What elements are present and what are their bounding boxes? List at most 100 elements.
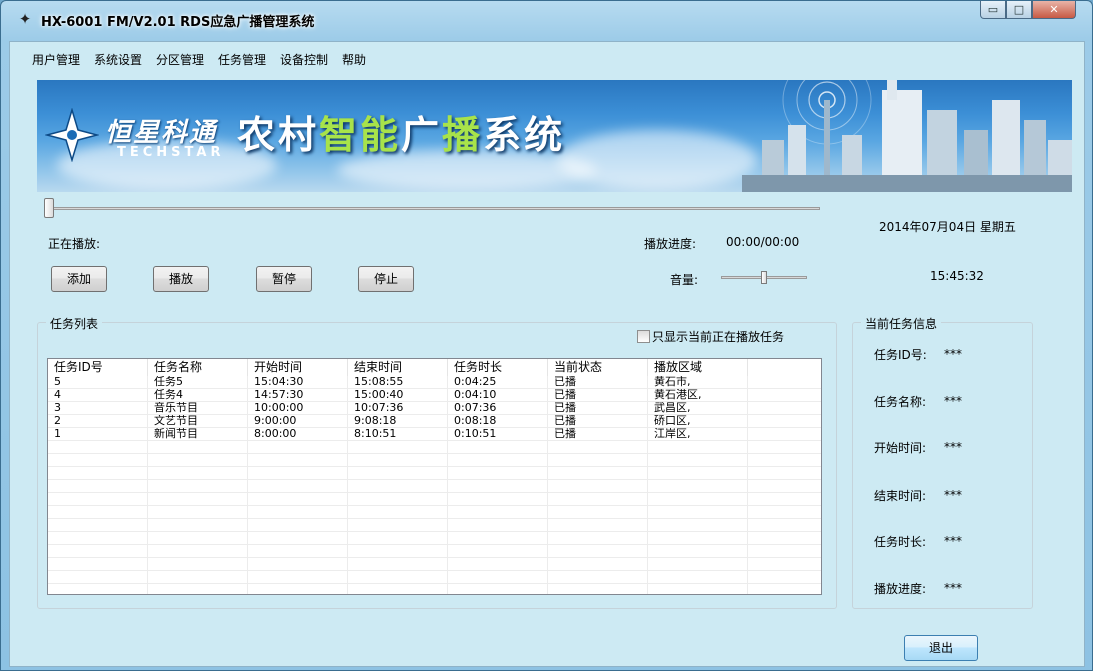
table-cell xyxy=(548,506,648,518)
table-cell xyxy=(248,584,348,594)
table-cell: 0:04:25 xyxy=(448,376,548,388)
pause-button[interactable]: 暂停 xyxy=(256,266,312,292)
table-row-empty[interactable] xyxy=(48,493,821,506)
table-cell xyxy=(148,493,248,505)
column-header[interactable]: 开始时间 xyxy=(248,359,348,376)
table-cell xyxy=(548,545,648,557)
table-cell xyxy=(648,506,748,518)
column-header[interactable]: 结束时间 xyxy=(348,359,448,376)
column-header[interactable] xyxy=(748,359,821,376)
maximize-button[interactable]: □ xyxy=(1006,1,1032,19)
menu-user-management[interactable]: 用户管理 xyxy=(32,51,80,68)
table-cell xyxy=(348,584,448,594)
table-cell xyxy=(448,532,548,544)
table-row-empty[interactable] xyxy=(48,532,821,545)
table-row-empty[interactable] xyxy=(48,571,821,584)
table-row-empty[interactable] xyxy=(48,454,821,467)
table-cell: 4 xyxy=(48,389,148,401)
checkbox-box[interactable] xyxy=(637,330,650,343)
table-row-empty[interactable] xyxy=(48,545,821,558)
table-cell xyxy=(148,441,248,453)
table-row-empty[interactable] xyxy=(48,480,821,493)
current-date: 2014年07月04日 星期五 xyxy=(879,220,1016,234)
close-button[interactable]: ✕ xyxy=(1032,1,1076,19)
table-row-empty[interactable] xyxy=(48,467,821,480)
table-cell xyxy=(148,480,248,492)
table-row[interactable]: 4 任务4 14:57:30 15:00:40 0:04:10 已播 黄石港区, xyxy=(48,389,821,402)
table-cell xyxy=(348,519,448,531)
table-row-empty[interactable] xyxy=(48,519,821,532)
menu-bar: 用户管理 系统设置 分区管理 任务管理 设备控制 帮助 xyxy=(10,42,1084,74)
table-cell: 0:10:51 xyxy=(448,428,548,440)
column-header[interactable]: 任务时长 xyxy=(448,359,548,376)
table-cell xyxy=(448,480,548,492)
table-row-empty[interactable] xyxy=(48,584,821,594)
table-cell xyxy=(448,519,548,531)
menu-system-settings[interactable]: 系统设置 xyxy=(94,51,142,68)
table-cell: 10:07:36 xyxy=(348,402,448,414)
table-row[interactable]: 2 文艺节目 9:00:00 9:08:18 0:08:18 已播 硚口区, xyxy=(48,415,821,428)
table-row[interactable]: 3 音乐节目 10:00:00 10:07:36 0:07:36 已播 武昌区, xyxy=(48,402,821,415)
stop-button[interactable]: 停止 xyxy=(358,266,414,292)
table-cell xyxy=(648,441,748,453)
city-skyline-icon xyxy=(742,80,1072,192)
table-cell xyxy=(448,493,548,505)
table-cell: 已播 xyxy=(548,428,648,440)
system-name-part: 播 xyxy=(442,113,484,157)
table-cell xyxy=(348,467,448,479)
table-cell xyxy=(648,480,748,492)
task-list-title: 任务列表 xyxy=(46,315,103,332)
table-body: 5 任务5 15:04:30 15:08:55 0:04:25 已播 黄石市, 4 任务4 14:… xyxy=(48,376,821,594)
column-header[interactable]: 任务名称 xyxy=(148,359,248,376)
current-time: 15:45:32 xyxy=(930,269,984,283)
main-client-area: 用户管理 系统设置 分区管理 任务管理 设备控制 帮助 恒星科通 TECHSTA… xyxy=(9,41,1085,667)
column-header[interactable]: 播放区域 xyxy=(648,359,748,376)
banner-image: 恒星科通 TECHSTAR 农村智能广播系统 xyxy=(37,80,1072,192)
table-row-empty[interactable] xyxy=(48,558,821,571)
table-cell xyxy=(748,376,821,388)
volume-slider-thumb[interactable] xyxy=(761,271,767,284)
menu-zone-management[interactable]: 分区管理 xyxy=(156,51,204,68)
table-cell xyxy=(248,480,348,492)
table-cell xyxy=(648,584,748,594)
table-row-empty[interactable] xyxy=(48,506,821,519)
table-cell xyxy=(648,558,748,570)
cloud-decoration xyxy=(557,130,757,190)
table-cell xyxy=(248,441,348,453)
table-cell xyxy=(148,558,248,570)
play-button[interactable]: 播放 xyxy=(153,266,209,292)
table-cell xyxy=(148,545,248,557)
table-cell xyxy=(48,571,148,583)
add-button[interactable]: 添加 xyxy=(51,266,107,292)
playback-progress-thumb[interactable] xyxy=(44,198,54,218)
table-cell xyxy=(248,558,348,570)
table-cell xyxy=(48,545,148,557)
table-row-empty[interactable] xyxy=(48,441,821,454)
table-cell xyxy=(748,415,821,427)
show-playing-only-checkbox[interactable]: 只显示当前正在播放任务 xyxy=(637,328,784,345)
menu-help[interactable]: 帮助 xyxy=(342,51,366,68)
exit-button[interactable]: 退出 xyxy=(904,635,978,661)
table-cell xyxy=(348,571,448,583)
title-bar[interactable]: ✦ HX-6001 FM/V2.01 RDS应急广播管理系统 ▭ □ ✕ xyxy=(1,1,1092,33)
table-row[interactable]: 1 新闻节目 8:00:00 8:10:51 0:10:51 已播 江岸区, xyxy=(48,428,821,441)
menu-task-management[interactable]: 任务管理 xyxy=(218,51,266,68)
column-header[interactable]: 任务ID号 xyxy=(48,359,148,376)
table-cell xyxy=(348,493,448,505)
playback-progress-track[interactable] xyxy=(47,207,820,210)
table-row[interactable]: 5 任务5 15:04:30 15:08:55 0:04:25 已播 黄石市, xyxy=(48,376,821,389)
table-cell xyxy=(148,532,248,544)
menu-device-control[interactable]: 设备控制 xyxy=(280,51,328,68)
table-cell xyxy=(448,506,548,518)
minimize-button[interactable]: ▭ xyxy=(980,1,1006,19)
table-cell xyxy=(248,532,348,544)
table-cell xyxy=(148,454,248,466)
table-cell: 15:04:30 xyxy=(248,376,348,388)
table-cell xyxy=(148,519,248,531)
column-header[interactable]: 当前状态 xyxy=(548,359,648,376)
table-cell xyxy=(748,558,821,570)
table-cell xyxy=(348,441,448,453)
table-cell: 3 xyxy=(48,402,148,414)
system-name-part: 广 xyxy=(401,113,443,157)
table-cell xyxy=(748,532,821,544)
